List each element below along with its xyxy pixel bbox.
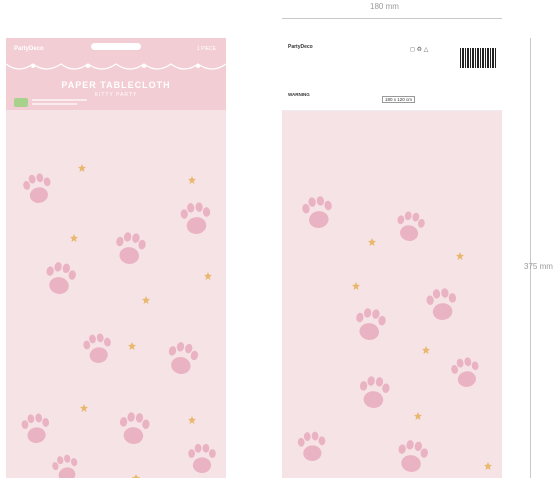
size-label: 180 x 120 cm — [382, 96, 416, 103]
back-label: PartyDeco ◻ ♻ △ WARNING 180 x 120 cm — [282, 38, 502, 111]
product-title: PAPER TABLECLOTH — [61, 80, 171, 90]
paw-icons — [20, 171, 216, 478]
height-dimension-label: 375 mm — [524, 262, 553, 271]
hanger-slot — [91, 43, 141, 50]
symbol-icons: ◻ ♻ △ — [410, 47, 429, 53]
tablecloth-package-front: PartyDeco 1 PIECE PAPER TABLECLOTH KITTY… — [6, 38, 226, 478]
brand-logo-back: PartyDeco — [288, 44, 313, 50]
paw-print-pattern-front — [20, 164, 216, 478]
width-dimension-label: 180 mm — [370, 2, 399, 11]
paw-print-pattern-back — [297, 194, 492, 475]
star-icons-back — [352, 238, 492, 470]
brand-logo: PartyDeco — [14, 46, 44, 52]
width-dimension-line — [282, 18, 502, 19]
tablecloth-package-back: PartyDeco ◻ ♻ △ WARNING 180 x 120 cm — [282, 38, 502, 478]
paw-icons-back — [297, 194, 482, 475]
front-header-card: PartyDeco 1 PIECE PAPER TABLECLOTH KITTY… — [6, 38, 226, 110]
barcode — [460, 48, 496, 68]
warning-heading: WARNING — [288, 92, 310, 97]
height-dimension-line — [530, 38, 531, 478]
eco-text-block — [32, 98, 92, 105]
piece-count: 1 PIECE — [196, 46, 216, 52]
eco-icon — [14, 98, 28, 107]
scallop-decoration — [6, 63, 226, 70]
